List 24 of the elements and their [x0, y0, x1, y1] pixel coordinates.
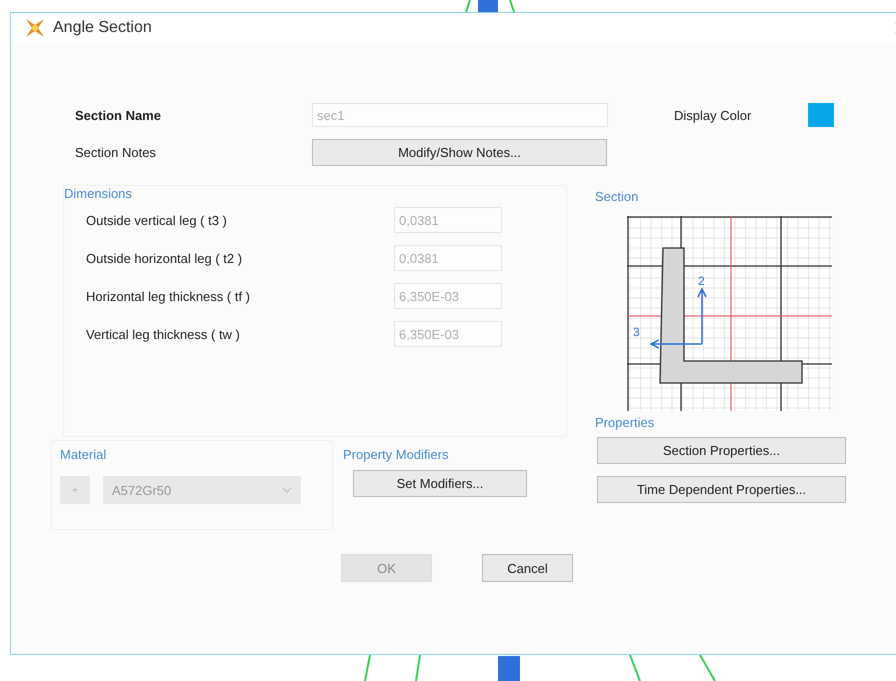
- notes-button[interactable]: Modify/Show Notes...: [312, 138, 607, 166]
- background-drawing: [465, 0, 515, 13]
- properties-button[interactable]: Time Dependent Properties...: [597, 476, 846, 503]
- dimensions-heading: Dimensions: [64, 186, 133, 201]
- cancel-button[interactable]: Cancel: [482, 554, 573, 582]
- property-modifiers-heading: Property Modifiers: [343, 447, 450, 462]
- window-title: Angle Section: [53, 19, 152, 37]
- axis-arrows: [649, 287, 707, 349]
- properties-button[interactable]: Section Properties...: [597, 437, 846, 464]
- set-modifiers-button[interactable]: Set Modifiers...: [353, 470, 527, 497]
- section-notes-label: Section Notes: [75, 144, 157, 160]
- display-color-label: Display Color: [674, 108, 752, 122]
- axis-label: 2: [698, 274, 705, 288]
- section-name-label: Section Name: [75, 108, 162, 122]
- material-heading: Material: [60, 447, 108, 462]
- color-swatch[interactable]: [808, 103, 834, 127]
- properties-heading: Properties: [595, 415, 656, 430]
- section-heading: Section: [595, 189, 640, 204]
- dimension-label: Outside vertical leg ( t3 ): [85, 212, 228, 228]
- dimension-label: Horizontal leg thickness ( tf ): [85, 288, 252, 304]
- dimension-label: Outside horizontal leg ( t2 ): [85, 250, 244, 266]
- app-icon: [25, 18, 45, 38]
- axis-label: 3: [633, 325, 640, 339]
- dimension-label: Vertical leg thickness ( tw ): [85, 326, 241, 342]
